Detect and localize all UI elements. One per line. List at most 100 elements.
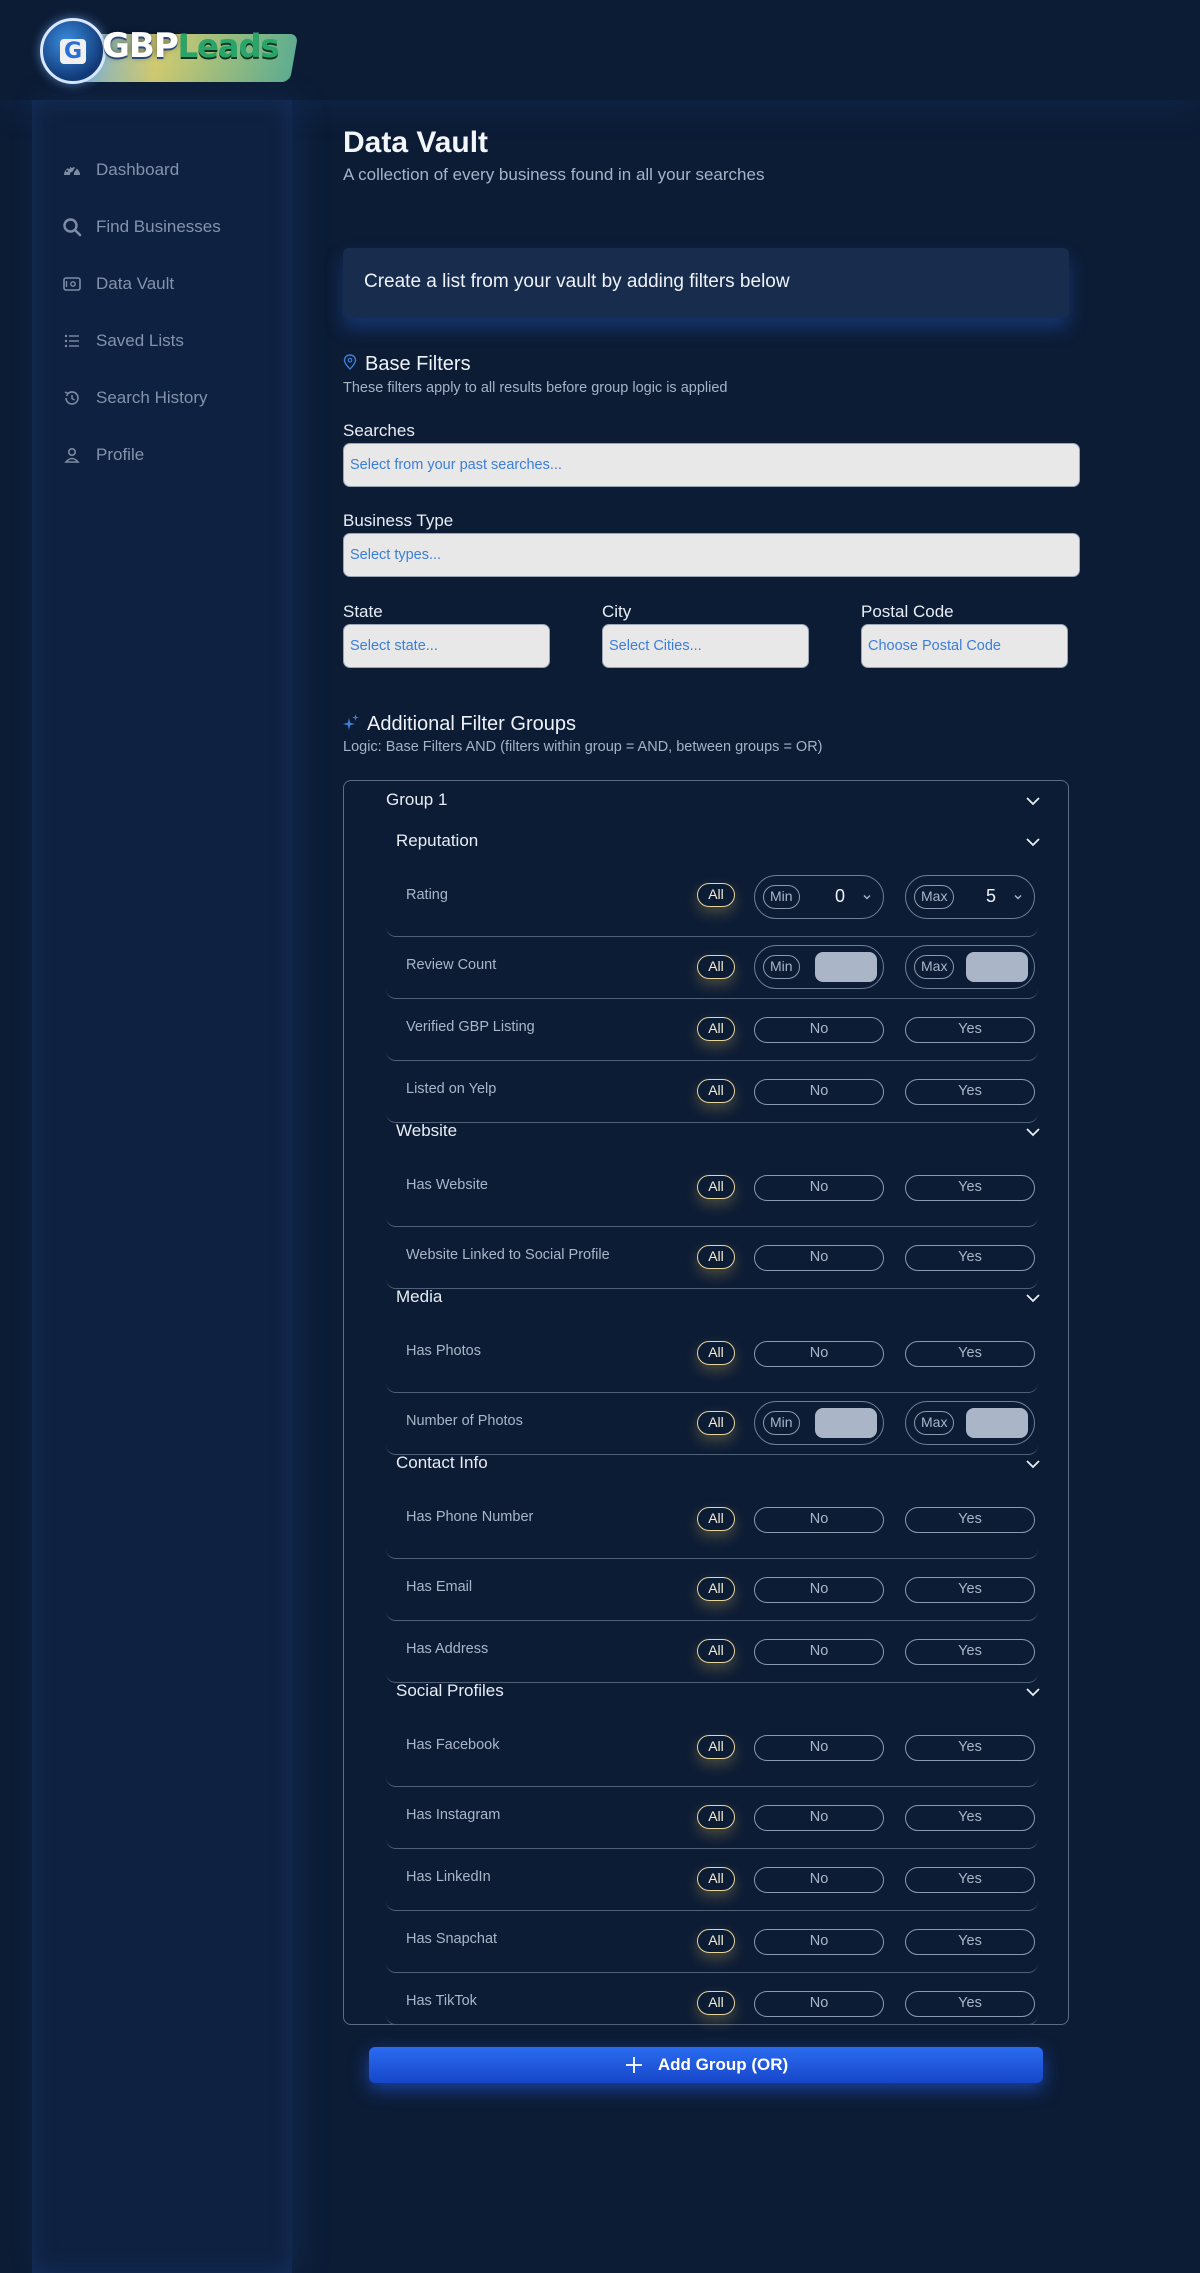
no-toggle[interactable]: No [754, 1577, 884, 1603]
sidebar-item-search-history[interactable]: Search History [62, 383, 207, 413]
photos-min-input[interactable] [815, 1408, 877, 1438]
review-count-max[interactable]: Max [905, 945, 1035, 989]
yes-toggle[interactable]: Yes [905, 1929, 1035, 1955]
no-toggle[interactable]: No [754, 1639, 884, 1665]
all-toggle[interactable]: All [697, 1577, 735, 1601]
yes-toggle[interactable]: Yes [905, 1991, 1035, 2017]
max-tag: Max [914, 885, 955, 909]
chevron-down-icon[interactable] [1024, 833, 1042, 851]
yes-toggle[interactable]: Yes [905, 1245, 1035, 1271]
banner-text: Create a list from your vault by adding … [364, 271, 790, 292]
location-pin-icon [343, 353, 357, 376]
no-toggle[interactable]: No [754, 1507, 884, 1533]
logo-text-leads: Leads [177, 27, 280, 65]
yes-toggle[interactable]: Yes [905, 1577, 1035, 1603]
no-toggle[interactable]: No [754, 1867, 884, 1893]
all-toggle[interactable]: All [697, 1341, 735, 1365]
city-select[interactable]: Select Cities... [602, 624, 809, 668]
sidebar-item-find-businesses[interactable]: Find Businesses [62, 212, 221, 242]
yes-toggle[interactable]: Yes [905, 1639, 1035, 1665]
no-toggle[interactable]: No [754, 1991, 884, 2017]
all-toggle[interactable]: All [697, 1245, 735, 1269]
review-count-max-input[interactable] [966, 952, 1028, 982]
filter-row-listed-on-yelp: Listed on Yelp All No Yes [386, 1061, 1038, 1123]
business-type-select[interactable]: Select types... [343, 533, 1080, 577]
all-toggle[interactable]: All [697, 1805, 735, 1829]
all-toggle[interactable]: All [697, 955, 735, 979]
rating-min-select[interactable]: Min 0 [754, 875, 884, 919]
gbp-leads-logo[interactable]: G GBPLeads [36, 12, 300, 88]
all-toggle[interactable]: All [697, 1639, 735, 1663]
yes-toggle[interactable]: Yes [905, 1507, 1035, 1533]
sidebar-item-dashboard[interactable]: Dashboard [62, 155, 179, 185]
sidebar: Dashboard Find Businesses Data Vault Sav… [32, 100, 292, 2273]
all-toggle[interactable]: All [697, 1175, 735, 1199]
no-toggle[interactable]: No [754, 1735, 884, 1761]
all-toggle[interactable]: All [697, 1735, 735, 1759]
yes-toggle[interactable]: Yes [905, 1867, 1035, 1893]
category-media: Media [396, 1287, 443, 1306]
filter-row-has-email: Has Email All No Yes [386, 1559, 1038, 1621]
no-toggle[interactable]: No [754, 1805, 884, 1831]
filter-row-review-count: Review Count All Min Max [386, 937, 1038, 999]
yes-toggle[interactable]: Yes [905, 1017, 1035, 1043]
sidebar-item-data-vault[interactable]: Data Vault [62, 269, 174, 299]
chevron-down-icon[interactable] [1024, 1123, 1042, 1141]
all-toggle[interactable]: All [697, 1079, 735, 1103]
chevron-down-icon[interactable] [1024, 792, 1042, 810]
photos-max[interactable]: Max [905, 1401, 1035, 1445]
all-toggle[interactable]: All [697, 883, 735, 907]
filter-row-has-photos: Has Photos All No Yes [386, 1331, 1038, 1393]
searches-select[interactable]: Select from your past searches... [343, 443, 1080, 487]
yes-toggle[interactable]: Yes [905, 1175, 1035, 1201]
no-toggle[interactable]: No [754, 1245, 884, 1271]
photos-max-input[interactable] [966, 1408, 1028, 1438]
no-toggle[interactable]: No [754, 1341, 884, 1367]
yes-toggle[interactable]: Yes [905, 1735, 1035, 1761]
yes-toggle[interactable]: Yes [905, 1341, 1035, 1367]
yes-toggle[interactable]: Yes [905, 1805, 1035, 1831]
all-toggle[interactable]: All [697, 1991, 735, 2015]
state-placeholder: Select state... [350, 638, 438, 654]
chevron-down-icon[interactable] [1024, 1683, 1042, 1701]
page-title: Data Vault [343, 126, 489, 159]
sidebar-item-profile[interactable]: Profile [62, 440, 144, 470]
all-toggle[interactable]: All [697, 1017, 735, 1041]
chevron-down-icon[interactable] [1024, 1455, 1042, 1473]
all-toggle[interactable]: All [697, 1867, 735, 1891]
sidebar-item-label: Saved Lists [96, 331, 184, 350]
no-toggle[interactable]: No [754, 1929, 884, 1955]
min-tag: Min [763, 955, 800, 979]
logo-badge-icon: G [40, 18, 106, 84]
sidebar-item-saved-lists[interactable]: Saved Lists [62, 326, 184, 356]
review-count-min[interactable]: Min [754, 945, 884, 989]
all-toggle[interactable]: All [697, 1507, 735, 1531]
all-toggle[interactable]: All [697, 1411, 735, 1435]
chevron-down-icon[interactable] [1024, 1289, 1042, 1307]
photos-min[interactable]: Min [754, 1401, 884, 1445]
filter-label: Has Instagram [406, 1807, 501, 1823]
filter-row-rating: Rating All Min 0 Max 5 [386, 875, 1038, 937]
state-select[interactable]: Select state... [343, 624, 550, 668]
yes-toggle[interactable]: Yes [905, 1079, 1035, 1105]
postal-code-select[interactable]: Choose Postal Code [861, 624, 1068, 668]
add-group-button[interactable]: Add Group (OR) [369, 2047, 1043, 2083]
review-count-min-input[interactable] [815, 952, 877, 982]
category-social-profiles: Social Profiles [396, 1681, 504, 1700]
searches-placeholder: Select from your past searches... [350, 457, 562, 473]
no-toggle[interactable]: No [754, 1175, 884, 1201]
min-tag: Min [763, 1411, 800, 1435]
all-toggle[interactable]: All [697, 1929, 735, 1953]
category-reputation: Reputation [396, 831, 479, 850]
no-toggle[interactable]: No [754, 1017, 884, 1043]
category-website: Website [396, 1121, 458, 1140]
sidebar-item-label: Profile [96, 445, 145, 464]
min-tag: Min [763, 885, 800, 909]
no-toggle[interactable]: No [754, 1079, 884, 1105]
rating-max-select[interactable]: Max 5 [905, 875, 1035, 919]
city-label: City [602, 602, 632, 621]
sidebar-item-label: Find Businesses [96, 217, 221, 236]
filter-row-has-website: Has Website All No Yes [386, 1165, 1038, 1227]
filter-row-website-social: Website Linked to Social Profile All No … [386, 1227, 1038, 1289]
rating-max-value: 5 [986, 886, 997, 906]
